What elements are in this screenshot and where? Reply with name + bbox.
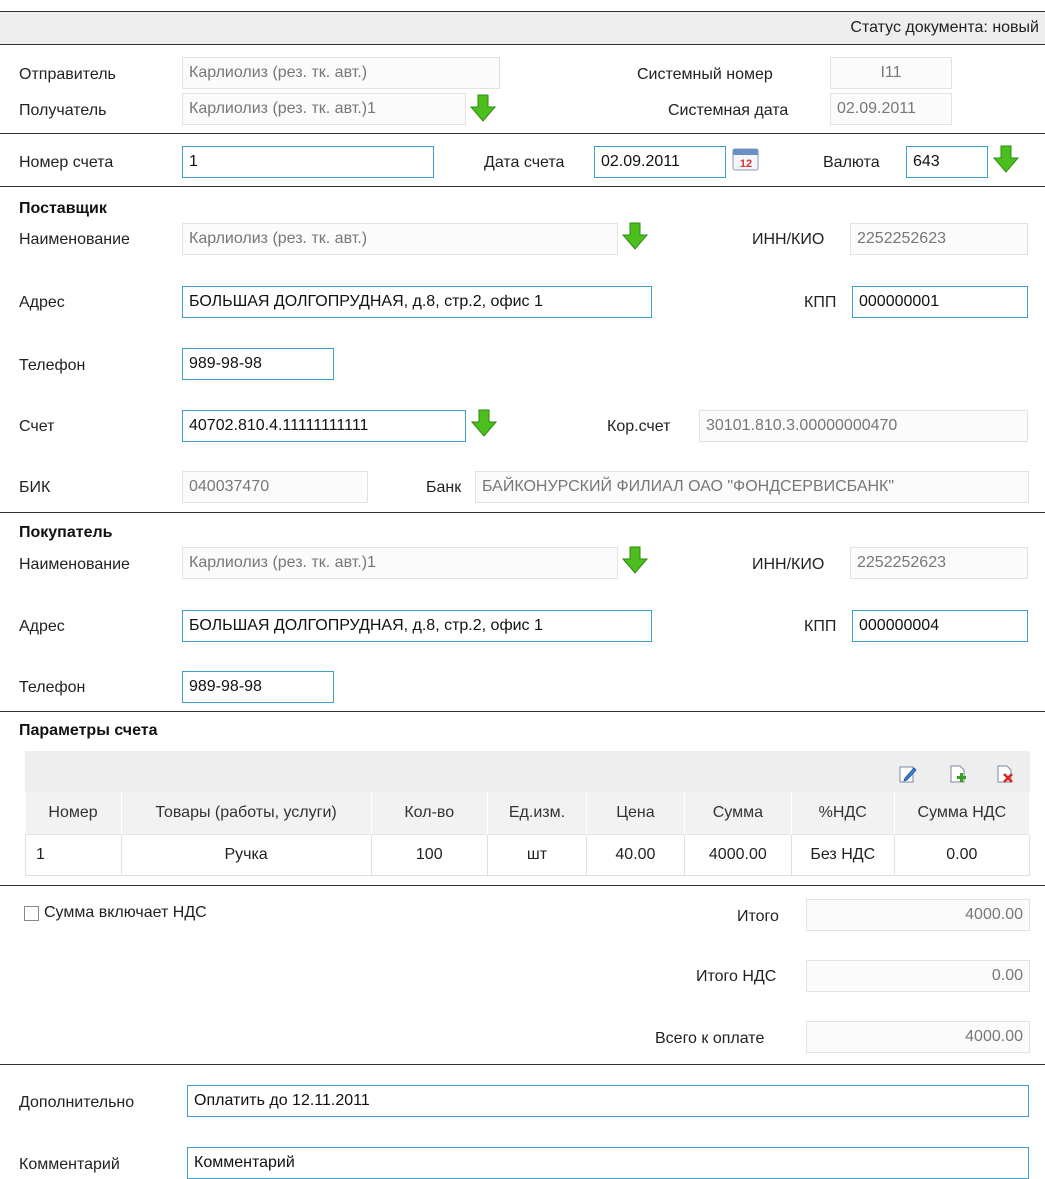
buyer-section-title: Покупатель: [19, 524, 113, 541]
supplier-coracc-label: Кор.счет: [607, 418, 671, 435]
currency-label: Валюта: [823, 154, 880, 171]
cell-vat-sum: 0.00: [893, 834, 1031, 876]
supplier-inn-label: ИНН/КИО: [752, 231, 825, 248]
calendar-icon[interactable]: 12: [731, 146, 761, 172]
total-field[interactable]: 4000.00: [806, 899, 1030, 931]
divider: [0, 885, 1045, 886]
supplier-phone-input[interactable]: 989-98-98: [182, 348, 334, 380]
supplier-account-label: Счет: [19, 418, 55, 435]
buyer-phone-label: Телефон: [19, 679, 86, 696]
supplier-bik-field[interactable]: 040037470: [182, 471, 368, 503]
cell-price: 40.00: [586, 834, 685, 876]
total-label: Итого: [737, 908, 779, 925]
vat-included-checkbox[interactable]: [24, 906, 39, 921]
total-vat-field[interactable]: 0.00: [806, 960, 1030, 992]
divider: [0, 711, 1045, 712]
column-header[interactable]: %НДС: [791, 792, 895, 835]
items-toolbar: [25, 751, 1030, 792]
svg-text:12: 12: [740, 158, 752, 170]
arrow-down-icon[interactable]: [470, 94, 496, 122]
invoice-number-label: Номер счета: [19, 154, 114, 171]
items-table: Номер Товары (работы, услуги) Кол-во Ед.…: [25, 792, 1031, 876]
column-header[interactable]: Товары (работы, услуги): [121, 792, 372, 835]
supplier-phone-label: Телефон: [19, 357, 86, 374]
buyer-address-label: Адрес: [19, 618, 65, 635]
document-status: Статус документа: новый: [850, 19, 1039, 36]
cell-vat-rate: Без НДС: [790, 834, 895, 876]
arrow-down-icon[interactable]: [622, 546, 648, 574]
supplier-kpp-label: КПП: [804, 294, 837, 311]
receiver-label: Получатель: [19, 102, 107, 119]
supplier-inn-field[interactable]: 2252252623: [850, 223, 1028, 255]
supplier-section-title: Поставщик: [19, 200, 107, 217]
additional-input[interactable]: Оплатить до 12.11.2011: [187, 1085, 1029, 1117]
buyer-name-field[interactable]: Карлиолиз (рез. тк. авт.)1: [182, 547, 618, 579]
currency-input[interactable]: 643: [906, 146, 988, 178]
system-date-field[interactable]: 02.09.2011: [830, 93, 952, 125]
invoice-date-label: Дата счета: [484, 154, 565, 171]
buyer-kpp-label: КПП: [804, 618, 837, 635]
delete-row-icon[interactable]: [996, 765, 1014, 783]
arrow-down-icon[interactable]: [993, 145, 1019, 173]
table-row[interactable]: 1 Ручка 100 шт 40.00 4000.00 Без НДС 0.0…: [25, 834, 1031, 876]
divider: [0, 1064, 1045, 1065]
grand-total-field[interactable]: 4000.00: [806, 1021, 1030, 1053]
column-header[interactable]: Кол-во: [371, 792, 488, 835]
buyer-address-input[interactable]: БОЛЬШАЯ ДОЛГОПРУДНАЯ, д.8, стр.2, офис 1: [182, 610, 652, 642]
additional-label: Дополнительно: [19, 1094, 135, 1111]
arrow-down-icon[interactable]: [471, 409, 497, 437]
column-header[interactable]: Сумма НДС: [894, 792, 1031, 835]
receiver-field[interactable]: Карлиолиз (рез. тк. авт.)1: [182, 93, 466, 125]
grand-total-label: Всего к оплате: [655, 1030, 765, 1047]
supplier-bik-label: БИК: [19, 479, 51, 496]
supplier-bank-label: Банк: [426, 479, 462, 496]
divider: [0, 186, 1045, 187]
cell-quantity: 100: [370, 834, 488, 876]
divider: [0, 133, 1045, 134]
invoice-date-input[interactable]: 02.09.2011: [594, 146, 726, 178]
status-bar: Статус документа: новый: [0, 11, 1045, 45]
supplier-coracc-field[interactable]: 30101.810.3.00000000470: [699, 410, 1028, 442]
system-number-field[interactable]: I11: [830, 57, 952, 89]
invoice-form: Статус документа: новый Отправитель Карл…: [0, 0, 1045, 1179]
table-header-row: Номер Товары (работы, услуги) Кол-во Ед.…: [25, 792, 1031, 835]
supplier-name-label: Наименование: [19, 231, 130, 248]
params-section-title: Параметры счета: [19, 722, 158, 739]
sender-field[interactable]: Карлиолиз (рез. тк. авт.): [182, 57, 500, 89]
system-date-label: Системная дата: [668, 102, 789, 119]
comment-label: Комментарий: [19, 1156, 120, 1173]
buyer-name-label: Наименование: [19, 556, 130, 573]
comment-input[interactable]: Комментарий: [187, 1147, 1029, 1179]
cell-goods: Ручка: [120, 834, 372, 876]
edit-icon[interactable]: [899, 765, 917, 783]
buyer-inn-field[interactable]: 2252252623: [850, 547, 1028, 579]
invoice-number-input[interactable]: 1: [182, 146, 434, 178]
supplier-address-input[interactable]: БОЛЬШАЯ ДОЛГОПРУДНАЯ, д.8, стр.2, офис 1: [182, 286, 652, 318]
cell-unit: шт: [486, 834, 588, 876]
system-number-label: Системный номер: [637, 66, 773, 83]
buyer-phone-input[interactable]: 989-98-98: [182, 671, 334, 703]
total-vat-label: Итого НДС: [696, 968, 777, 985]
vat-included-label: Сумма включает НДС: [44, 904, 207, 921]
add-row-icon[interactable]: [949, 765, 967, 783]
supplier-bank-field[interactable]: БАЙКОНУРСКИЙ ФИЛИАЛ ОАО "ФОНДСЕРВИСБАНК": [475, 471, 1029, 503]
supplier-name-field[interactable]: Карлиолиз (рез. тк. авт.): [182, 223, 618, 255]
buyer-inn-label: ИНН/КИО: [752, 556, 825, 573]
column-header[interactable]: Номер: [25, 792, 122, 835]
cell-number: 1: [25, 834, 122, 876]
supplier-account-input[interactable]: 40702.810.4.11111111111: [182, 410, 466, 442]
supplier-kpp-input[interactable]: 000000001: [852, 286, 1028, 318]
supplier-address-label: Адрес: [19, 294, 65, 311]
column-header[interactable]: Цена: [586, 792, 685, 835]
cell-sum: 4000.00: [683, 834, 792, 876]
divider: [0, 512, 1045, 513]
column-header[interactable]: Ед.изм.: [487, 792, 588, 835]
column-header[interactable]: Сумма: [684, 792, 792, 835]
buyer-kpp-input[interactable]: 000000004: [852, 610, 1028, 642]
sender-label: Отправитель: [19, 66, 116, 83]
arrow-down-icon[interactable]: [622, 222, 648, 250]
